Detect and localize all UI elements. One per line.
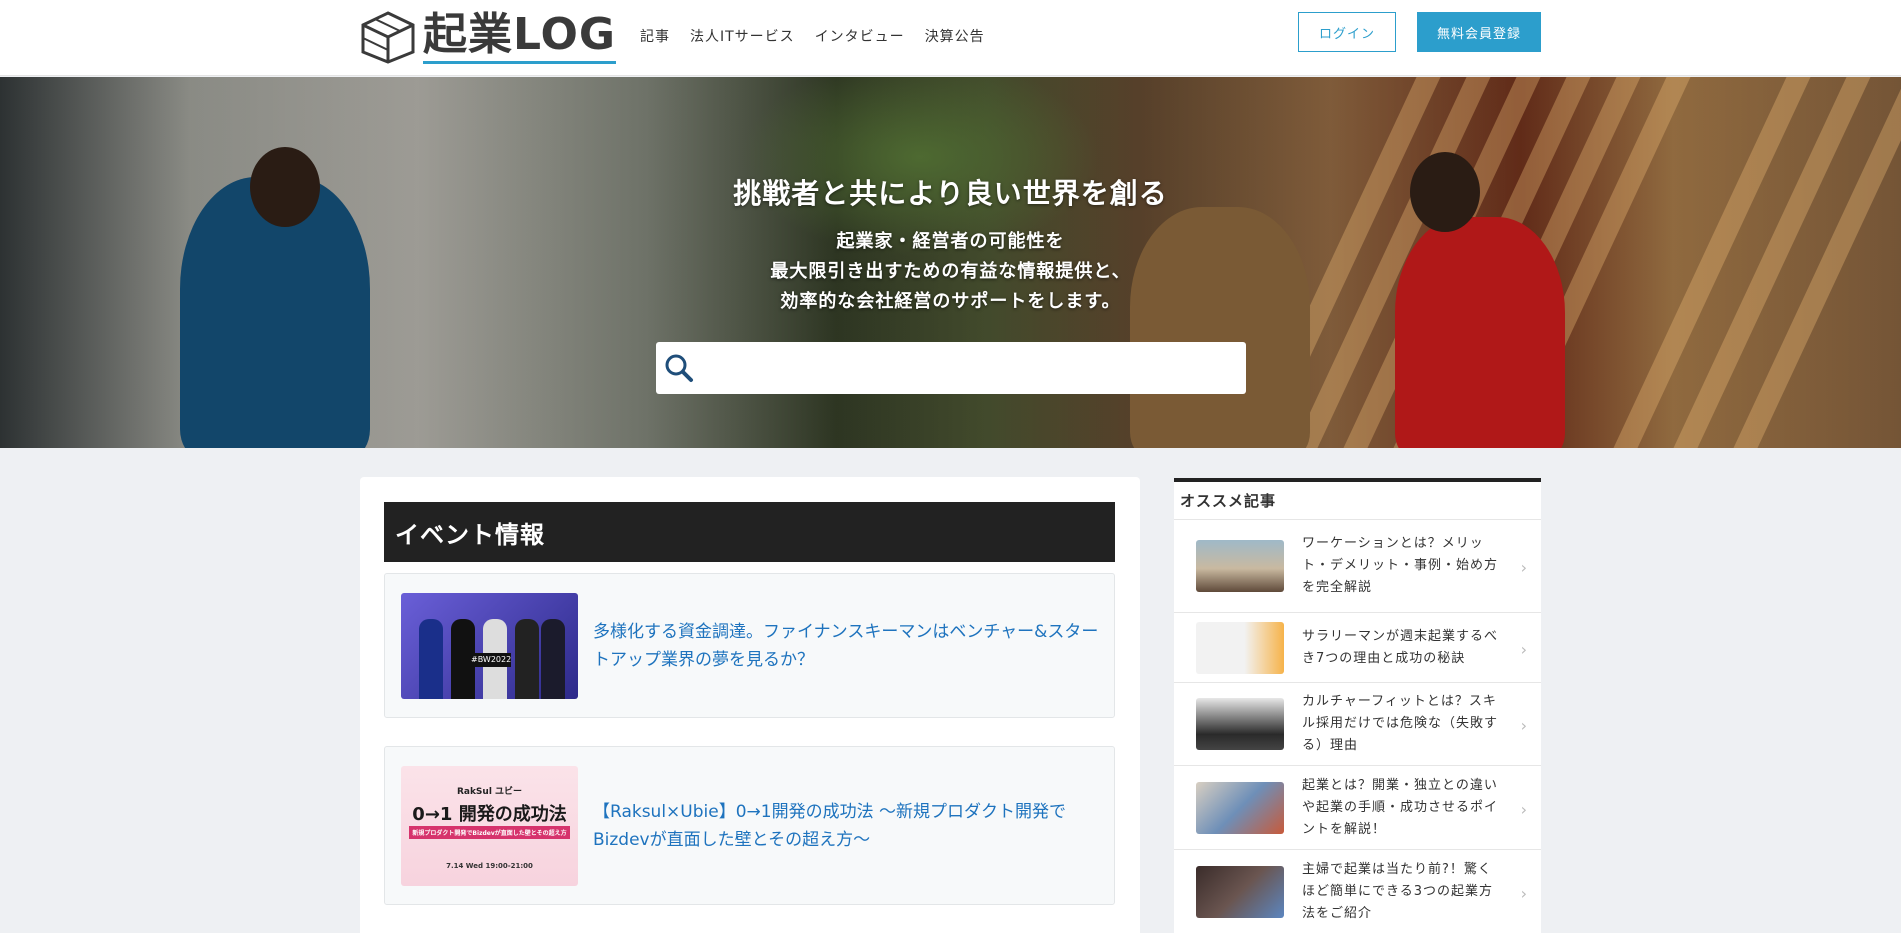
chevron-right-icon: › <box>1520 799 1527 819</box>
recommended-thumbnail <box>1196 781 1284 834</box>
event-thumbnail: #BW2022 <box>401 592 578 699</box>
chevron-right-icon: › <box>1520 639 1527 659</box>
cube-logo-icon <box>361 11 415 64</box>
hero-subtitle: 起業家・経営者の可能性を 最大限引き出すための有益な情報提供と、 効率的な会社経… <box>0 227 1901 317</box>
section-title: イベント情報 <box>384 502 1115 562</box>
hero-subtitle-line: 起業家・経営者の可能性を <box>836 231 1065 252</box>
thumb-brand: RakSul ユビー <box>456 786 523 797</box>
event-card[interactable]: #BW2022 多様化する資金調達。ファイナンスキーマンはベンチャー&スタートア… <box>384 573 1115 718</box>
chevron-right-icon: › <box>1520 883 1527 903</box>
recommended-thumbnail <box>1196 698 1284 750</box>
register-button[interactable]: 無料会員登録 <box>1417 12 1541 52</box>
login-button[interactable]: ログイン <box>1298 12 1396 52</box>
recommended-item[interactable]: 主婦で起業は当たり前?！驚くほど簡単にできる3つの起業方法をご紹介 › <box>1174 850 1541 933</box>
hero-subtitle-line: 効率的な会社経営のサポートをします。 <box>780 291 1121 312</box>
site-header: 起業LOG 記事 法人ITサービス インタビュー 決算公告 ログイン 無料会員登… <box>0 0 1901 76</box>
thumb-person <box>541 618 565 699</box>
recommended-item[interactable]: サラリーマンが週末起業するべき7つの理由と成功の秘訣 › <box>1174 613 1541 683</box>
thumb-person <box>515 618 539 699</box>
recommended-thumbnail <box>1196 621 1284 674</box>
event-title[interactable]: 【Raksul×Ubie】0→1開発の成功法 〜新規プロダクト開発でBizdev… <box>593 798 1100 854</box>
thumb-sign: #BW2022 <box>471 652 511 667</box>
nav-financial-notices[interactable]: 決算公告 <box>925 26 985 46</box>
recommended-item[interactable]: 起業とは？開業・独立との違いや起業の手順・成功させるポイントを解説！ › <box>1174 766 1541 850</box>
search-input[interactable] <box>700 348 1246 388</box>
logo-text: 起業LOG <box>423 10 616 64</box>
main-content: イベント情報 #BW2022 多様化する資金調達。ファイナンスキーマンはベンチャ… <box>360 477 1140 933</box>
hero-title: 挑戦者と共により良い世界を創る <box>733 177 1168 210</box>
recommended-item[interactable]: ワーケーションとは？メリット・デメリット・事例・始め方を完全解説 › <box>1174 520 1541 613</box>
chevron-right-icon: › <box>1520 716 1527 735</box>
nav-it-services[interactable]: 法人ITサービス <box>690 26 795 46</box>
hero-banner: 挑戦者と共により良い世界を創る 起業家・経営者の可能性を 最大限引き出すための有… <box>0 77 1901 448</box>
recommended-title[interactable]: 起業とは？開業・独立との違いや起業の手順・成功させるポイントを解説！ <box>1302 775 1502 841</box>
event-thumbnail: RakSul ユビー 0→1 開発の成功法 新規プロダクト開発でBizdevが直… <box>401 765 578 886</box>
chevron-right-icon: › <box>1520 558 1527 577</box>
recommended-title[interactable]: ワーケーションとは？メリット・デメリット・事例・始め方を完全解説 <box>1302 533 1502 599</box>
thumb-heading: 0→1 開発の成功法 <box>412 803 567 825</box>
search-bar <box>656 342 1246 394</box>
recommended-thumbnail <box>1196 865 1284 918</box>
event-title[interactable]: 多様化する資金調達。ファイナンスキーマンはベンチャー&スタートアップ業界の夢を見… <box>593 618 1100 674</box>
recommended-title[interactable]: カルチャーフィットとは？スキル採用だけでは危険な（失敗する）理由 <box>1302 691 1502 757</box>
nav-articles[interactable]: 記事 <box>640 26 670 46</box>
sidebar-title: オススメ記事 <box>1174 482 1541 520</box>
thumb-date: 7.14 Wed 19:00-21:00 <box>446 861 533 870</box>
sidebar-recommended: オススメ記事 ワーケーションとは？メリット・デメリット・事例・始め方を完全解説 … <box>1174 478 1541 933</box>
nav-interviews[interactable]: インタビュー <box>815 26 905 46</box>
recommended-item[interactable]: カルチャーフィットとは？スキル採用だけでは危険な（失敗する）理由 › <box>1174 683 1541 766</box>
search-icon[interactable] <box>664 353 694 383</box>
site-logo[interactable]: 起業LOG <box>359 10 616 64</box>
hero-subtitle-line: 最大限引き出すための有益な情報提供と、 <box>770 261 1131 282</box>
event-card[interactable]: RakSul ユビー 0→1 開発の成功法 新規プロダクト開発でBizdevが直… <box>384 746 1115 905</box>
thumb-sub: 新規プロダクト開発でBizdevが直面した壁とその超え方 <box>409 825 570 839</box>
recommended-thumbnail <box>1196 540 1284 592</box>
recommended-title[interactable]: サラリーマンが週末起業するべき7つの理由と成功の秘訣 <box>1302 626 1502 670</box>
recommended-title[interactable]: 主婦で起業は当たり前?！驚くほど簡単にできる3つの起業方法をご紹介 <box>1302 859 1502 925</box>
thumb-person <box>419 618 443 699</box>
main-nav: 記事 法人ITサービス インタビュー 決算公告 <box>640 26 985 46</box>
